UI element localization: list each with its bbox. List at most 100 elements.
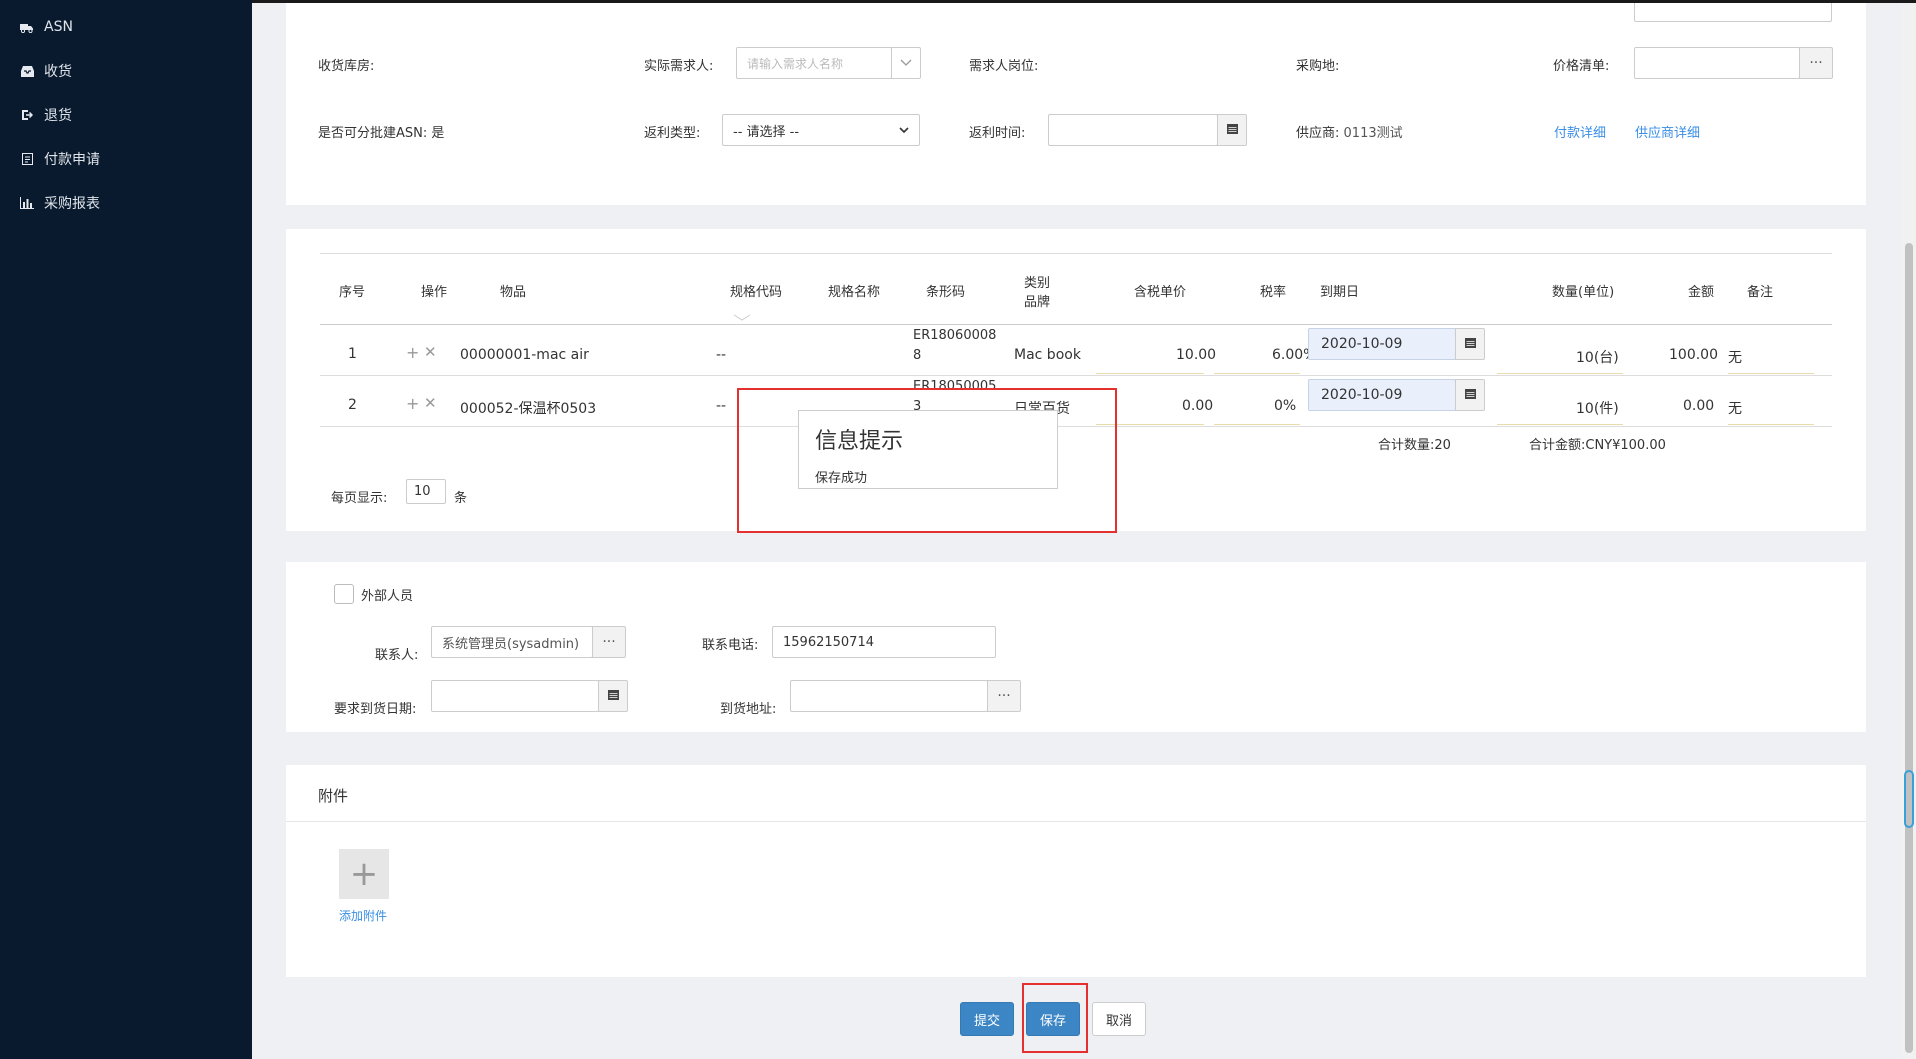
order-info-panel: 收货库房: 实际需求人: 请输入需求人名称 需求人岗位: 采购地: 价格清单: … <box>286 3 1866 205</box>
header-amount: 金额 <box>1688 285 1715 300</box>
payment-icon <box>20 153 34 165</box>
row-remark[interactable]: 无 <box>1728 347 1742 367</box>
row-tax[interactable]: 0% <box>1274 398 1296 414</box>
ellipsis-icon: ··· <box>602 634 616 650</box>
barcode-line-2: 8 <box>913 348 922 363</box>
row-item: 00000001-mac air <box>460 347 589 363</box>
page-size-input[interactable]: 10 <box>406 479 446 504</box>
warehouse-label: 收货库房: <box>318 59 375 74</box>
rebate-time-calendar-button[interactable] <box>1217 114 1247 146</box>
supplier-label: 供应商: 0113测试 <box>1296 122 1403 141</box>
phone-input[interactable]: 15962150714 <box>772 626 996 658</box>
page-scrollbar[interactable] <box>1902 3 1916 1059</box>
row-seq: 2 <box>348 397 357 413</box>
add-row-icon[interactable]: + <box>406 343 419 362</box>
row-seq: 1 <box>348 346 357 362</box>
sort-chevron-icon <box>733 310 751 325</box>
external-person-checkbox[interactable] <box>334 584 354 604</box>
calendar-icon <box>607 688 619 704</box>
supplier-detail-link[interactable]: 供应商详细 <box>1635 122 1700 141</box>
row-barcode: ER18060008 8 <box>913 326 996 366</box>
contact-picker-button[interactable]: ··· <box>592 626 626 658</box>
sidebar-item-asn[interactable]: ASN <box>0 11 252 43</box>
sidebar-item-label: ASN <box>44 19 73 35</box>
header-brand: 品牌 <box>1024 295 1051 310</box>
delivery-date-input[interactable] <box>431 680 599 712</box>
purchase-place-label: 采购地: <box>1296 59 1340 74</box>
row-due-calendar-button[interactable] <box>1455 328 1485 360</box>
contact-input[interactable]: 系统管理员(sysadmin) <box>431 626 593 658</box>
row-price[interactable]: 10.00 <box>1176 347 1216 363</box>
row-item: 000052-保温杯0503 <box>460 401 597 417</box>
row-due-input[interactable]: 2020-10-09 <box>1308 328 1456 360</box>
row-due-calendar-button[interactable] <box>1455 379 1485 411</box>
calendar-icon <box>1464 336 1476 352</box>
sidebar-item-label: 付款申请 <box>44 152 100 168</box>
add-attachment-button[interactable]: + <box>339 849 389 899</box>
delivery-address-label: 到货地址: <box>720 702 777 717</box>
sidebar-item-payment[interactable]: 付款申请 <box>0 143 252 175</box>
delivery-address-picker-button[interactable]: ··· <box>987 680 1021 712</box>
sidebar: ASN 收货 退货 付款申请 采购报表 <box>0 0 252 1059</box>
external-person-label: 外部人员 <box>361 589 414 604</box>
sidebar-item-receive[interactable]: 收货 <box>0 55 252 87</box>
requester-input[interactable]: 请输入需求人名称 <box>736 47 892 79</box>
rebate-type-label: 返利类型: <box>644 126 701 141</box>
price-list-picker-button[interactable]: ··· <box>1799 47 1833 79</box>
delivery-address-input[interactable] <box>790 680 988 712</box>
batch-asn-label: 是否可分批建ASN: 是 <box>318 122 444 141</box>
rebate-type-select[interactable]: -- 请选择 -- <box>722 114 920 146</box>
price-list-input[interactable] <box>1634 47 1800 79</box>
total-amount: 合计金额:CNY¥100.00 <box>1529 438 1666 453</box>
contact-panel: 外部人员 联系人: 系统管理员(sysadmin) ··· 联系电话: 1596… <box>286 562 1866 732</box>
scroll-indicator <box>1904 770 1914 828</box>
header-price: 含税单价 <box>1134 285 1187 300</box>
row-spec-code: -- <box>716 347 727 363</box>
sidebar-item-return[interactable]: 退货 <box>0 99 252 131</box>
add-row-icon[interactable]: + <box>406 394 419 413</box>
supplier-value: 0113测试 <box>1343 126 1403 141</box>
batch-asn-label-text: 是否可分批建ASN: <box>318 126 428 141</box>
sidebar-item-label: 退货 <box>44 108 72 124</box>
requester-label: 实际需求人: <box>644 59 714 74</box>
header-remark: 备注 <box>1747 285 1774 300</box>
submit-button[interactable]: 提交 <box>960 1002 1014 1036</box>
add-attachment-link[interactable]: 添加附件 <box>339 907 387 924</box>
requester-dropdown[interactable] <box>891 47 921 79</box>
delete-row-icon[interactable]: ✕ <box>424 343 437 361</box>
header-spec-name: 规格名称 <box>828 285 881 300</box>
header-due: 到期日 <box>1320 285 1360 300</box>
batch-asn-value: 是 <box>431 126 445 141</box>
scrollbar-thumb[interactable] <box>1905 243 1913 1053</box>
attachment-title: 附件 <box>318 787 349 805</box>
row-price[interactable]: 0.00 <box>1182 398 1213 414</box>
payment-detail-link[interactable]: 付款详细 <box>1554 122 1606 141</box>
page-size-label: 每页显示: <box>331 491 388 506</box>
row-due-input[interactable]: 2020-10-09 <box>1308 379 1456 411</box>
page-size-unit: 条 <box>454 491 468 506</box>
header-op: 操作 <box>421 285 448 300</box>
qty-underline <box>1497 373 1623 374</box>
remark-textarea[interactable] <box>1634 3 1832 22</box>
calendar-icon <box>1226 122 1238 138</box>
save-button-highlight <box>1022 983 1088 1053</box>
row-qty[interactable]: 10(台) <box>1576 347 1619 367</box>
sidebar-item-report[interactable]: 采购报表 <box>0 187 252 219</box>
return-icon <box>20 109 34 121</box>
row-remark[interactable]: 无 <box>1728 398 1742 418</box>
phone-label: 联系电话: <box>702 638 759 653</box>
rebate-time-input[interactable] <box>1048 114 1218 146</box>
cancel-button[interactable]: 取消 <box>1092 1002 1146 1036</box>
delivery-date-calendar-button[interactable] <box>598 680 628 712</box>
row-qty[interactable]: 10(件) <box>1576 398 1619 418</box>
attachment-panel: 附件 + 添加附件 <box>286 765 1866 977</box>
remark-underline <box>1728 424 1814 425</box>
row-amount: 0.00 <box>1683 398 1715 414</box>
table-header: 序号 操作 物品 规格代码 规格名称 条形码 类别 品牌 含税单价 税率 到期日… <box>320 253 1832 325</box>
tax-underline <box>1214 424 1300 425</box>
table-row: 1 + ✕ 00000001-mac air -- ER18060008 8 M… <box>320 326 1832 376</box>
rebate-time-label: 返利时间: <box>969 126 1026 141</box>
delete-row-icon[interactable]: ✕ <box>424 394 437 412</box>
truck-icon <box>20 21 34 33</box>
price-list-label: 价格清单: <box>1553 59 1610 74</box>
